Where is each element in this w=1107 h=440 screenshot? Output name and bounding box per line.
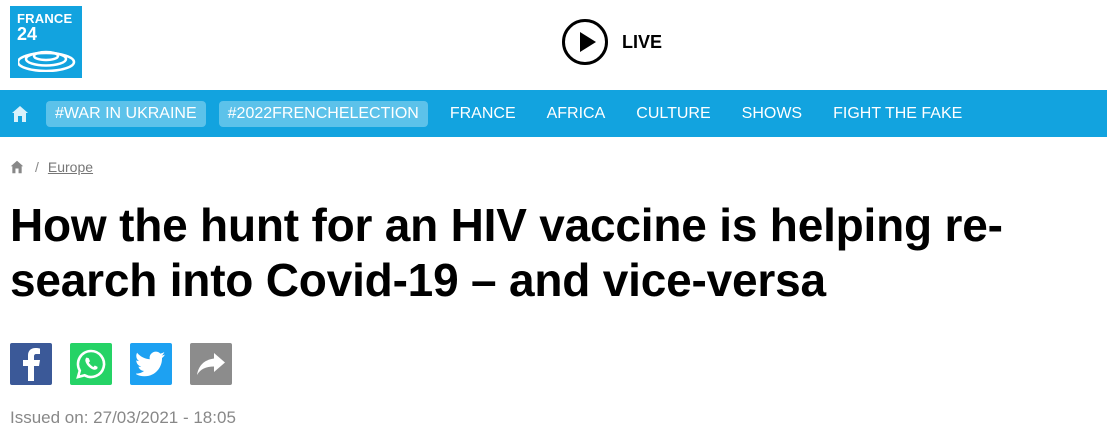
main-nav: #WAR IN UKRAINE #2022FRENCHELECTION FRAN… [0, 90, 1107, 137]
site-header: FRANCE 24 LIVE [0, 0, 1107, 90]
article-title: How the hunt for an HIV vaccine is helpi… [10, 199, 1003, 306]
issued-date: Issued on: 27/03/2021 - 18:05 [10, 408, 236, 427]
twitter-icon [136, 351, 165, 377]
nav-item-africa[interactable]: AFRICA [547, 105, 606, 123]
twitter-share-button[interactable] [130, 343, 172, 385]
france24-logo[interactable]: FRANCE 24 [10, 6, 82, 78]
share-bar [10, 343, 250, 385]
breadcrumb: / Europe [10, 159, 93, 175]
home-icon [12, 105, 28, 122]
nav-item-shows[interactable]: SHOWS [742, 105, 802, 123]
more-share-button[interactable] [190, 343, 232, 385]
play-icon [562, 19, 608, 65]
facebook-icon [23, 348, 40, 381]
breadcrumb-home-icon[interactable] [10, 160, 24, 174]
live-button[interactable]: LIVE [562, 17, 662, 67]
live-label: LIVE [622, 31, 663, 52]
breadcrumb-link-europe[interactable]: Europe [48, 159, 93, 175]
home-nav-link[interactable] [0, 90, 40, 137]
whatsapp-icon [76, 349, 106, 379]
nav-item-culture[interactable]: CULTURE [636, 105, 710, 123]
logo-text-24: 24 [17, 24, 38, 44]
facebook-share-button[interactable] [10, 343, 52, 385]
whatsapp-share-button[interactable] [70, 343, 112, 385]
share-icon [197, 353, 225, 375]
logo-wave-icon [18, 50, 76, 72]
nav-item-fight-the-fake[interactable]: FIGHT THE FAKE [833, 105, 962, 123]
nav-tag-war-in-ukraine[interactable]: #WAR IN UKRAINE [46, 100, 206, 127]
breadcrumb-separator: / [35, 159, 39, 175]
nav-item-france[interactable]: FRANCE [450, 105, 516, 123]
nav-tag-2022-french-election[interactable]: #2022FRENCHELECTION [218, 100, 428, 127]
